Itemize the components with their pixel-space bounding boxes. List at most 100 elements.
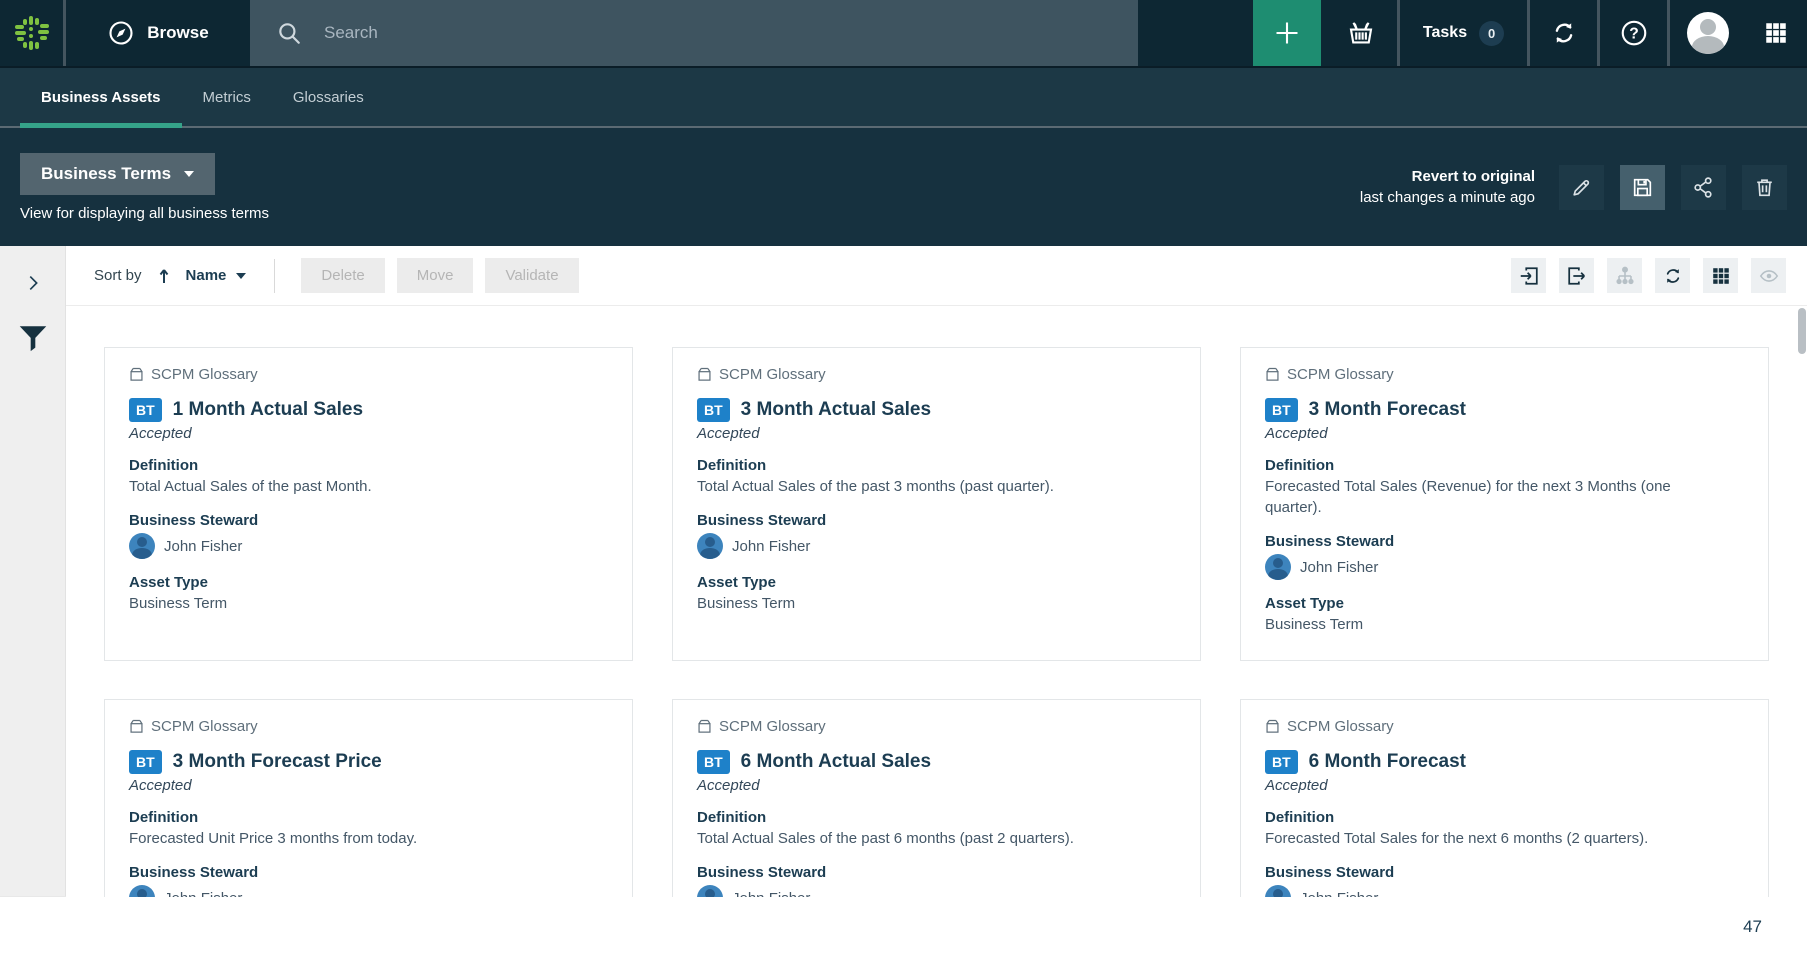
- section-tabs: Business Assets Metrics Glossaries: [0, 68, 1807, 128]
- asset-title-link[interactable]: 6 Month Forecast: [1309, 751, 1466, 773]
- sync-button[interactable]: [1527, 0, 1597, 66]
- global-search-input[interactable]: Search: [250, 0, 1138, 66]
- steward-label: Business Steward: [697, 864, 1176, 881]
- asset-card[interactable]: SCPM Glossary BT 6 Month Forecast Accept…: [1240, 699, 1769, 897]
- steward-label: Business Steward: [1265, 864, 1744, 881]
- asset-type-value: Business Term: [1265, 614, 1725, 635]
- content-column: Sort by Name Delete Move Validate: [66, 246, 1807, 897]
- asset-card[interactable]: SCPM Glossary BT 3 Month Forecast Accept…: [1240, 347, 1769, 661]
- glossary-link[interactable]: SCPM Glossary: [1265, 718, 1744, 735]
- delete-button[interactable]: Delete: [301, 258, 384, 293]
- import-button[interactable]: [1511, 258, 1546, 293]
- total-results-count: 47: [1743, 917, 1762, 937]
- browse-button[interactable]: Browse: [66, 0, 250, 66]
- app-window: Browse Search T: [0, 0, 1807, 956]
- sync-icon: [1549, 18, 1579, 48]
- help-button[interactable]: ?: [1597, 0, 1667, 66]
- steward-row[interactable]: John Fisher: [697, 533, 1176, 559]
- tasks-button[interactable]: Tasks 0: [1397, 0, 1527, 66]
- status-text: Accepted: [1265, 777, 1744, 794]
- glossary-link[interactable]: SCPM Glossary: [129, 366, 608, 383]
- asset-card[interactable]: SCPM Glossary BT 3 Month Actual Sales Ac…: [672, 347, 1201, 661]
- top-navbar: Browse Search T: [0, 0, 1807, 68]
- glossary-icon: [1265, 367, 1280, 382]
- pencil-icon: [1569, 175, 1594, 200]
- help-icon: ?: [1619, 18, 1649, 48]
- status-text: Accepted: [129, 777, 608, 794]
- app-logo[interactable]: [0, 0, 66, 66]
- asset-title-link[interactable]: 3 Month Forecast: [1309, 399, 1466, 421]
- definition-text: Forecasted Total Sales (Revenue) for the…: [1265, 476, 1725, 518]
- asset-type-value: Business Term: [129, 593, 589, 614]
- edit-view-button[interactable]: [1559, 165, 1604, 210]
- steward-name: John Fisher: [164, 890, 242, 897]
- glossary-link[interactable]: SCPM Glossary: [129, 718, 608, 735]
- tab-label: Metrics: [203, 89, 251, 106]
- hierarchy-icon: [1614, 265, 1636, 287]
- status-text: Accepted: [1265, 425, 1744, 442]
- asset-type-label: Asset Type: [1265, 595, 1744, 612]
- steward-avatar: [129, 533, 155, 559]
- view-selector-dropdown[interactable]: Business Terms: [20, 153, 215, 195]
- refresh-button[interactable]: [1655, 258, 1690, 293]
- logo-icon: [10, 11, 54, 55]
- tasks-label: Tasks: [1423, 24, 1467, 42]
- view-description: View for displaying all business terms: [20, 205, 269, 222]
- tab-glossaries[interactable]: Glossaries: [272, 68, 385, 126]
- save-view-button[interactable]: [1620, 165, 1665, 210]
- share-icon: [1691, 175, 1716, 200]
- glossary-name: SCPM Glossary: [1287, 366, 1394, 383]
- asset-title-link[interactable]: 3 Month Forecast Price: [173, 751, 382, 773]
- export-icon: [1566, 265, 1588, 287]
- steward-row[interactable]: John Fisher: [1265, 885, 1744, 897]
- glossary-icon: [129, 719, 144, 734]
- definition-label: Definition: [697, 809, 1176, 826]
- steward-label: Business Steward: [129, 864, 608, 881]
- delete-view-button[interactable]: [1742, 165, 1787, 210]
- steward-name: John Fisher: [732, 890, 810, 897]
- steward-row[interactable]: John Fisher: [129, 885, 608, 897]
- preview-button[interactable]: [1751, 258, 1786, 293]
- steward-avatar: [1265, 554, 1291, 580]
- filter-button[interactable]: [16, 322, 50, 356]
- asset-card[interactable]: SCPM Glossary BT 1 Month Actual Sales Ac…: [104, 347, 633, 661]
- grid-view-button[interactable]: [1703, 258, 1738, 293]
- revert-to-original-link[interactable]: Revert to original last changes a minute…: [1360, 166, 1535, 208]
- move-button[interactable]: Move: [397, 258, 474, 293]
- page-header: Business Terms View for displaying all b…: [0, 128, 1807, 246]
- browse-label: Browse: [147, 23, 208, 43]
- share-view-button[interactable]: [1681, 165, 1726, 210]
- expand-panel-button[interactable]: [16, 266, 50, 300]
- apps-grid-button[interactable]: [1745, 0, 1807, 66]
- validate-button[interactable]: Validate: [485, 258, 578, 293]
- card-column: SCPM Glossary BT 3 Month Forecast Accept…: [1240, 347, 1769, 897]
- tab-business-assets[interactable]: Business Assets: [20, 68, 182, 126]
- user-menu-button[interactable]: [1667, 0, 1745, 66]
- steward-name: John Fisher: [1300, 559, 1378, 576]
- glossary-link[interactable]: SCPM Glossary: [1265, 366, 1744, 383]
- search-icon: [276, 20, 302, 46]
- steward-avatar: [697, 533, 723, 559]
- asset-title-link[interactable]: 3 Month Actual Sales: [741, 399, 931, 421]
- sort-ascending-icon[interactable]: [156, 267, 172, 285]
- asset-title-link[interactable]: 6 Month Actual Sales: [741, 751, 931, 773]
- hierarchy-view-button[interactable]: [1607, 258, 1642, 293]
- steward-row[interactable]: John Fisher: [697, 885, 1176, 897]
- asset-title-link[interactable]: 1 Month Actual Sales: [173, 399, 363, 421]
- steward-row[interactable]: John Fisher: [1265, 554, 1744, 580]
- steward-label: Business Steward: [129, 512, 608, 529]
- glossary-link[interactable]: SCPM Glossary: [697, 366, 1176, 383]
- asset-card[interactable]: SCPM Glossary BT 3 Month Forecast Price …: [104, 699, 633, 897]
- glossary-link[interactable]: SCPM Glossary: [697, 718, 1176, 735]
- data-basket-button[interactable]: [1321, 0, 1397, 66]
- apps-grid-icon: [1763, 20, 1789, 46]
- export-button[interactable]: [1559, 258, 1594, 293]
- vertical-scrollbar[interactable]: [1798, 308, 1806, 354]
- tab-metrics[interactable]: Metrics: [182, 68, 272, 126]
- steward-row[interactable]: John Fisher: [129, 533, 608, 559]
- sort-field-dropdown[interactable]: Name: [186, 267, 247, 284]
- sort-field-label: Name: [186, 267, 227, 284]
- asset-type-value: Business Term: [697, 593, 1157, 614]
- create-asset-button[interactable]: [1253, 0, 1321, 66]
- asset-card[interactable]: SCPM Glossary BT 6 Month Actual Sales Ac…: [672, 699, 1201, 897]
